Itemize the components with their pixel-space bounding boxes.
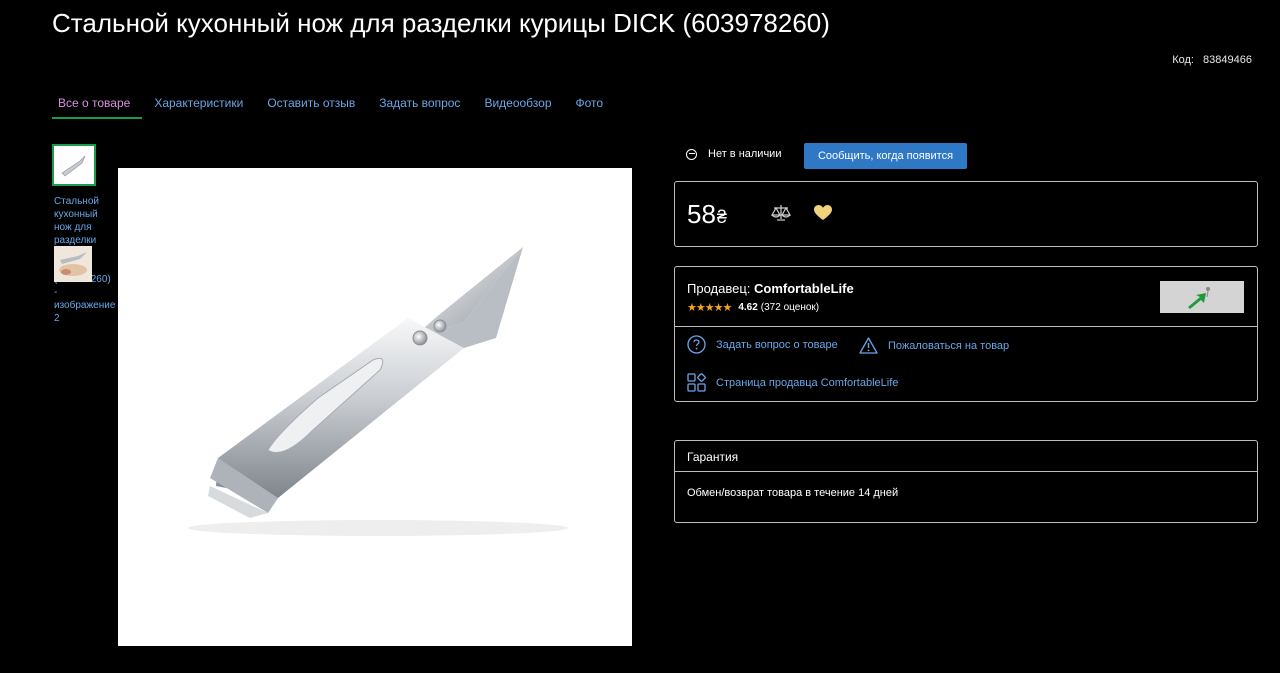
compare-scales-icon[interactable] [771,204,791,222]
tab-photo[interactable]: Фото [564,90,616,119]
knife-image-icon [188,247,568,536]
main-product-image[interactable] [118,168,632,646]
product-code-label: Код: [1172,54,1194,66]
tab-leave-review[interactable]: Оставить отзыв [255,90,367,119]
seller-page-link[interactable]: Страница продавца ComfortableLife [687,373,898,392]
seller-panel: Продавец: ComfortableLife ★★★★★ 4.62 (37… [674,266,1258,402]
rating-stars-icon: ★★★★★ [687,302,732,314]
report-product-label: Пожаловаться на товар [888,339,1010,352]
seller-logo-icon [1188,287,1210,309]
seller-page-label: Страница продавца ComfortableLife [716,376,899,389]
page-title: Стальной кухонный нож для разделки куриц… [52,8,830,38]
tab-video-review[interactable]: Видеообзор [472,90,563,119]
knife-thumbnail-icon [61,155,86,177]
rating-count: (372 оценок) [760,302,820,313]
grid-shapes-icon [687,373,706,392]
warranty-text: Обмен/возврат товара в течение 14 дней [687,487,899,499]
tab-all-about[interactable]: Все о товаре [52,90,143,119]
price-panel: 58₴ [674,181,1258,247]
minus-circle-icon [686,148,697,160]
seller-logo[interactable] [1160,281,1244,313]
thumbnail-1[interactable] [52,144,96,186]
knife-in-use-thumbnail-icon [54,246,92,282]
seller-label: Продавец: [687,281,751,296]
seller-name-link[interactable]: ComfortableLife [754,281,854,296]
ask-about-product-link[interactable]: Задать вопрос о товаре [687,335,838,354]
ask-about-product-label: Задать вопрос о товаре [716,338,838,351]
rating-value: 4.62 [738,302,758,313]
report-product-link[interactable]: Пожаловаться на товар [859,337,1009,354]
price: 58₴ [687,199,727,230]
warning-triangle-icon [859,337,878,354]
tab-characteristics[interactable]: Характеристики [142,90,255,119]
price-value: 58 [687,199,716,229]
seller-name: Продавец: ComfortableLife [687,281,854,296]
question-circle-icon [687,335,706,354]
price-currency: ₴ [716,207,727,227]
availability-text: Нет в наличии [708,148,782,160]
warranty-heading: Гарантия [675,441,1257,472]
warranty-panel: Гарантия Обмен/возврат товара в течение … [674,440,1258,523]
product-tabs: Все о товаре Характеристики Оставить отз… [52,90,615,119]
notify-when-available-button[interactable]: Сообщить, когда появится [804,143,967,169]
product-code-value: 83849466 [1203,54,1252,66]
seller-header: Продавец: ComfortableLife ★★★★★ 4.62 (37… [675,267,1257,327]
thumbnail-2[interactable] [54,246,92,282]
availability-status: Нет в наличии [686,148,781,160]
product-code: Код: 83849466 [1172,54,1252,66]
seller-rating: ★★★★★ 4.62 (372 оценок) [687,301,819,314]
tab-ask-question[interactable]: Задать вопрос [367,90,472,119]
heart-icon[interactable] [813,204,833,222]
